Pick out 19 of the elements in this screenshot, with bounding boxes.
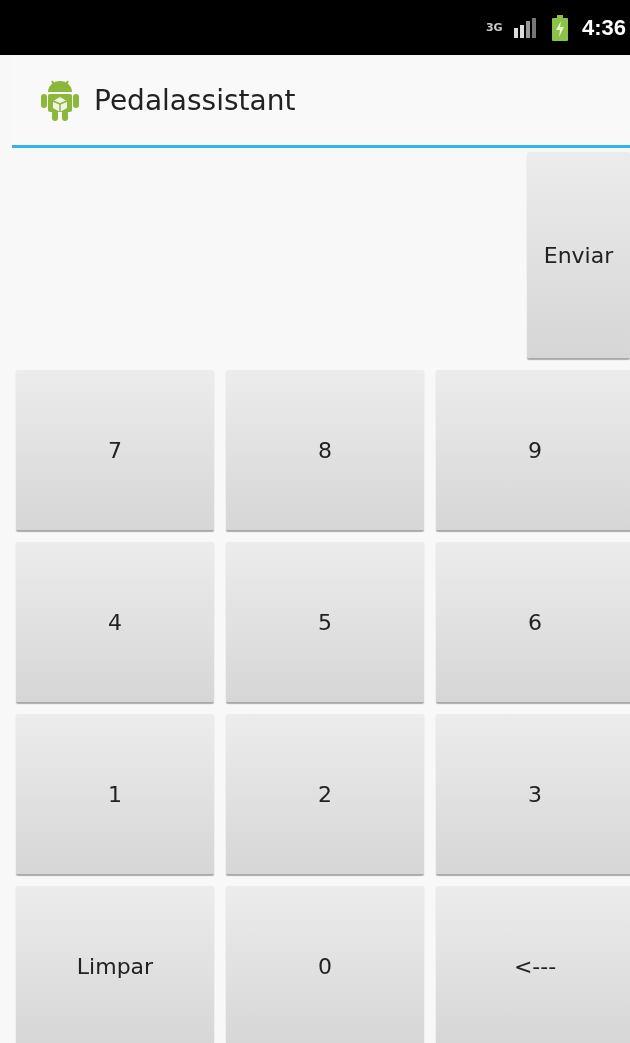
- keypad-button[interactable]: 8: [226, 370, 424, 530]
- signal-icon: [513, 17, 538, 38]
- keypad-button[interactable]: Limpar: [16, 886, 214, 1043]
- android-robot-icon: [40, 78, 80, 122]
- keypad-button[interactable]: 2: [226, 714, 424, 874]
- keypad-button[interactable]: 4: [16, 542, 214, 702]
- send-button[interactable]: Enviar: [527, 152, 630, 358]
- keypad-button[interactable]: 7: [16, 370, 214, 530]
- network-type-icon: 3G: [485, 22, 500, 33]
- keypad-button[interactable]: 3: [436, 714, 630, 874]
- clock-time: 4:36: [581, 14, 626, 41]
- keypad-button[interactable]: 1: [16, 714, 214, 874]
- app-title: Pedalassistant: [94, 83, 296, 117]
- keypad-button[interactable]: <---: [436, 886, 630, 1043]
- keypad-button[interactable]: 0: [226, 886, 424, 1043]
- keypad-button[interactable]: 6: [436, 542, 630, 702]
- keypad-button[interactable]: 5: [226, 542, 424, 702]
- keypad-button[interactable]: 9: [436, 370, 630, 530]
- battery-charging-icon: [551, 14, 568, 41]
